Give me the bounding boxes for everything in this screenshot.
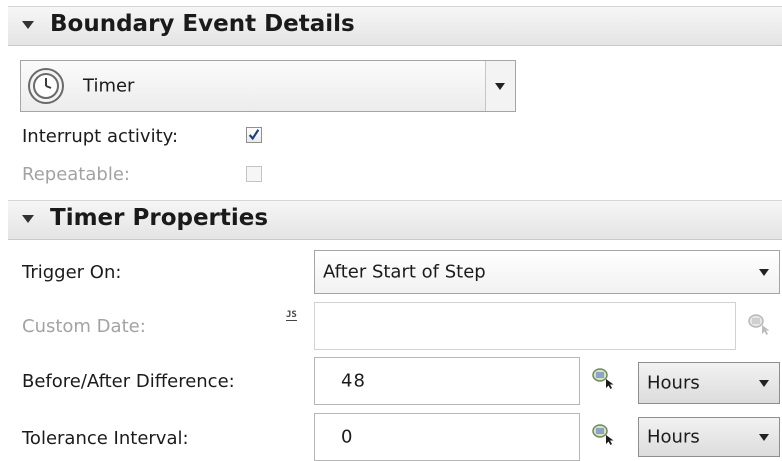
before-after-difference-value: 48	[341, 370, 366, 392]
chevron-down-icon	[495, 83, 505, 90]
tolerance-unit-value: Hours	[647, 426, 700, 448]
tolerance-unit-select[interactable]: Hours	[638, 417, 780, 457]
timer-properties-header[interactable]: Timer Properties	[8, 200, 782, 240]
variable-picker-icon[interactable]	[590, 366, 616, 390]
collapse-triangle-icon[interactable]	[22, 21, 34, 29]
trigger-on-label: Trigger On:	[22, 262, 122, 283]
interrupt-activity-label: Interrupt activity:	[22, 126, 179, 147]
repeatable-label: Repeatable:	[22, 164, 130, 185]
tolerance-interval-label: Tolerance Interval:	[22, 428, 189, 449]
chevron-down-icon	[759, 269, 769, 276]
tolerance-interval-value: 0	[341, 426, 354, 448]
tolerance-interval-input[interactable]: 0	[314, 413, 580, 461]
before-after-unit-select[interactable]: Hours	[638, 362, 780, 404]
chevron-down-icon	[759, 434, 769, 441]
event-type-dropdown-button[interactable]	[485, 61, 515, 111]
chevron-down-icon	[759, 380, 769, 387]
interrupt-activity-checkbox[interactable]	[246, 127, 262, 143]
section-title: Timer Properties	[50, 205, 269, 231]
section-title: Boundary Event Details	[50, 11, 355, 37]
custom-date-label: Custom Date:	[22, 316, 146, 337]
boundary-event-details-header[interactable]: Boundary Event Details	[8, 6, 782, 46]
custom-date-input[interactable]	[314, 302, 736, 350]
variable-picker-icon[interactable]	[590, 422, 616, 446]
before-after-difference-input[interactable]: 48	[314, 357, 580, 405]
check-mark-icon	[248, 129, 260, 141]
trigger-on-select[interactable]: After Start of Step	[314, 250, 780, 294]
repeatable-checkbox[interactable]	[246, 166, 262, 182]
variable-picker-icon[interactable]	[746, 312, 772, 336]
event-type-value: Timer	[83, 75, 135, 97]
clock-icon	[28, 68, 64, 104]
collapse-triangle-icon[interactable]	[22, 215, 34, 223]
before-after-unit-value: Hours	[647, 372, 700, 394]
trigger-on-value: After Start of Step	[323, 261, 486, 283]
event-type-select[interactable]: Timer	[20, 60, 516, 112]
before-after-difference-label: Before/After Difference:	[22, 371, 235, 392]
javascript-icon[interactable]: JS	[286, 310, 297, 321]
